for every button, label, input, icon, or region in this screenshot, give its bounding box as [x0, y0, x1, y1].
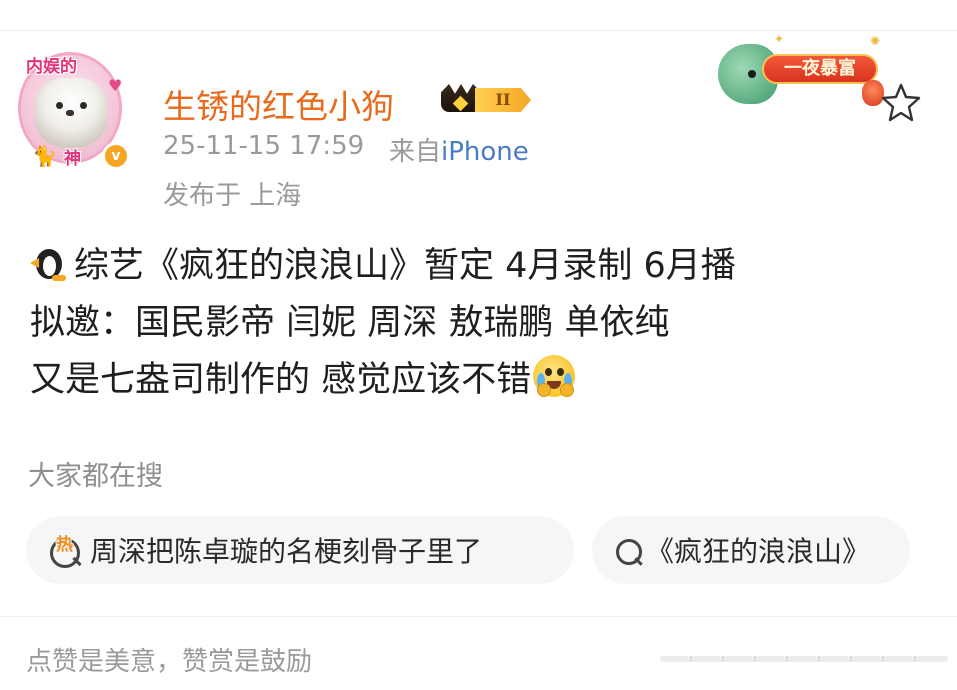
star-icon[interactable]: [880, 82, 922, 122]
search-icon: [614, 534, 644, 566]
dragon-eye: [748, 70, 756, 78]
post-content: 综艺《疯狂的浪浪山》暂定 4月录制 6月播 拟邀：国民影帝 闫妮 周深 敖瑞鹏 …: [30, 238, 930, 409]
search-chip[interactable]: 《疯狂的浪浪山》: [592, 516, 910, 584]
vip-level: II: [475, 88, 531, 112]
reward-avatar-strip[interactable]: [660, 656, 948, 662]
sparkle-icon: ✦: [774, 32, 785, 46]
search-chip[interactable]: 热 周深把陈卓璇的名梗刻骨子里了: [26, 516, 574, 584]
content-line: 又是七盎司制作的 感觉应该不错: [30, 352, 930, 409]
post-timestamp: 25-11-15 17:59: [163, 131, 365, 161]
cat-icon: 🐈: [32, 144, 57, 168]
verified-icon: v: [102, 142, 130, 170]
footer-divider: [0, 616, 957, 617]
avatar-eye: [80, 102, 87, 109]
content-line: 综艺《疯狂的浪浪山》暂定 4月录制 6月播: [30, 238, 930, 295]
penguin-icon: [30, 243, 70, 283]
reward-text: 点赞是美意，赞赏是鼓励: [26, 647, 313, 677]
decoration-label: 一夜暴富: [762, 54, 878, 84]
post-source: 来自iPhone: [389, 131, 529, 168]
sparkle-icon: ✺: [870, 34, 881, 48]
decoration-card[interactable]: 一夜暴富 ✦ ✺: [712, 30, 890, 110]
hot-mark: 热: [56, 535, 73, 555]
search-section-heading: 大家都在搜: [28, 461, 163, 492]
crying-emoji-icon: [531, 353, 577, 399]
avatar-eye: [56, 102, 63, 109]
source-prefix: 来自: [389, 137, 442, 167]
avatar[interactable]: 内娱的 🐈 ♥ 神 v: [14, 44, 134, 172]
search-chip-label: 周深把陈卓璇的名梗刻骨子里了: [90, 535, 483, 568]
content-text: 拟邀：国民影帝 闫妮 周深 敖瑞鹏 单依纯: [30, 303, 670, 343]
content-line: 拟邀：国民影帝 闫妮 周深 敖瑞鹏 单依纯: [30, 295, 930, 352]
author-name[interactable]: 生锈的红色小狗: [163, 80, 394, 128]
hot-search-icon: 热: [48, 530, 86, 570]
post-location: 发布于 上海: [163, 181, 302, 211]
search-chip-label: 《疯狂的浪浪山》: [646, 535, 871, 568]
crown-gem: [452, 95, 469, 112]
content-text: 综艺《疯狂的浪浪山》暂定 4月录制 6月播: [74, 246, 736, 286]
verified-mark: v: [105, 145, 127, 167]
heart-icon: ♥: [108, 76, 123, 95]
avatar-frame-caption: 神: [64, 149, 81, 169]
avatar-frame-title: 内娱的: [26, 57, 77, 77]
vip-badge[interactable]: II: [441, 80, 533, 116]
avatar-nose: [66, 110, 74, 116]
source-device-link[interactable]: iPhone: [441, 137, 529, 167]
content-text: 又是七盎司制作的 感觉应该不错: [30, 360, 532, 400]
